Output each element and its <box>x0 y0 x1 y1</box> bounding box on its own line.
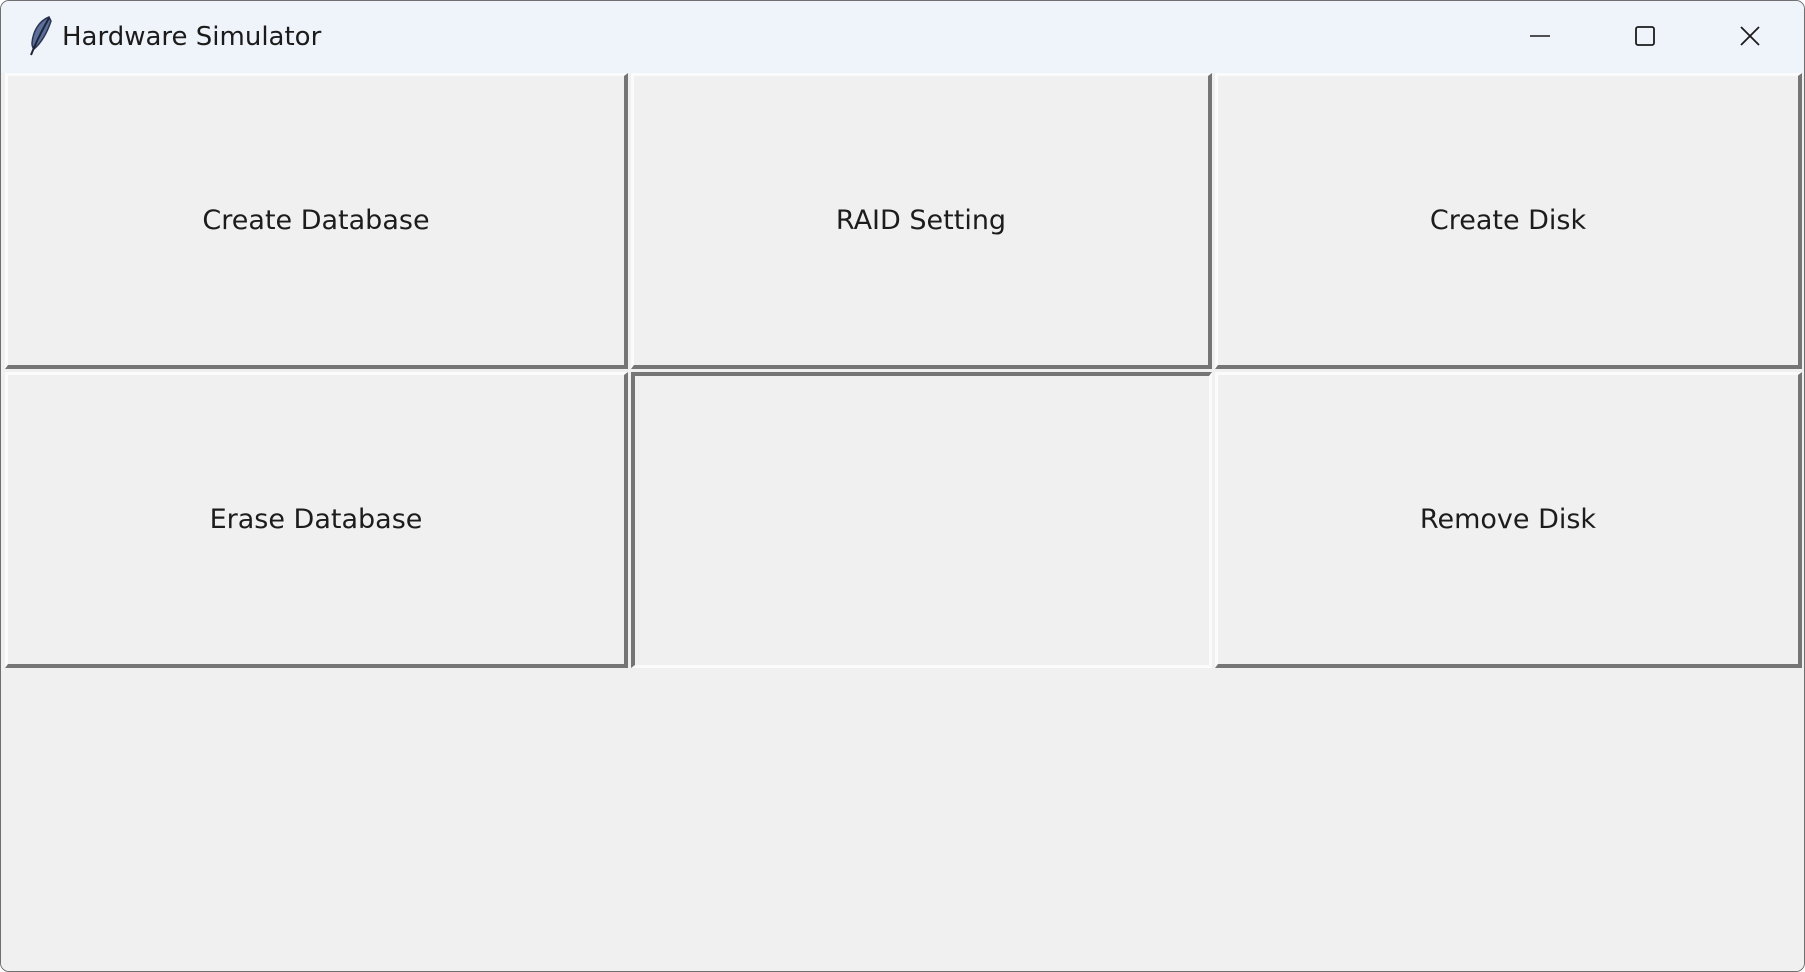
minimize-button[interactable] <box>1488 1 1592 71</box>
raid-setting-button[interactable]: RAID Setting <box>631 73 1212 369</box>
button-grid: Create Database RAID Setting Create Disk… <box>1 73 1804 971</box>
close-button[interactable] <box>1698 1 1802 71</box>
create-disk-button[interactable]: Create Disk <box>1215 73 1802 369</box>
remove-disk-label: Remove Disk <box>1419 504 1597 535</box>
create-database-label: Create Database <box>202 205 430 236</box>
minimize-icon <box>1528 24 1552 48</box>
maximize-button[interactable] <box>1593 1 1697 71</box>
title-bar[interactable]: Hardware Simulator <box>1 1 1804 73</box>
raid-setting-label: RAID Setting <box>835 205 1007 236</box>
window-title: Hardware Simulator <box>62 22 322 52</box>
create-disk-label: Create Disk <box>1429 205 1587 236</box>
close-icon <box>1738 24 1762 48</box>
create-database-button[interactable]: Create Database <box>5 73 628 369</box>
feather-icon <box>25 15 55 57</box>
blank-button[interactable] <box>631 372 1212 668</box>
erase-database-label: Erase Database <box>209 504 423 535</box>
app-window: Hardware Simulator Create Database RAID … <box>0 0 1805 972</box>
remove-disk-button[interactable]: Remove Disk <box>1215 372 1802 668</box>
maximize-icon <box>1633 24 1657 48</box>
erase-database-button[interactable]: Erase Database <box>5 372 628 668</box>
